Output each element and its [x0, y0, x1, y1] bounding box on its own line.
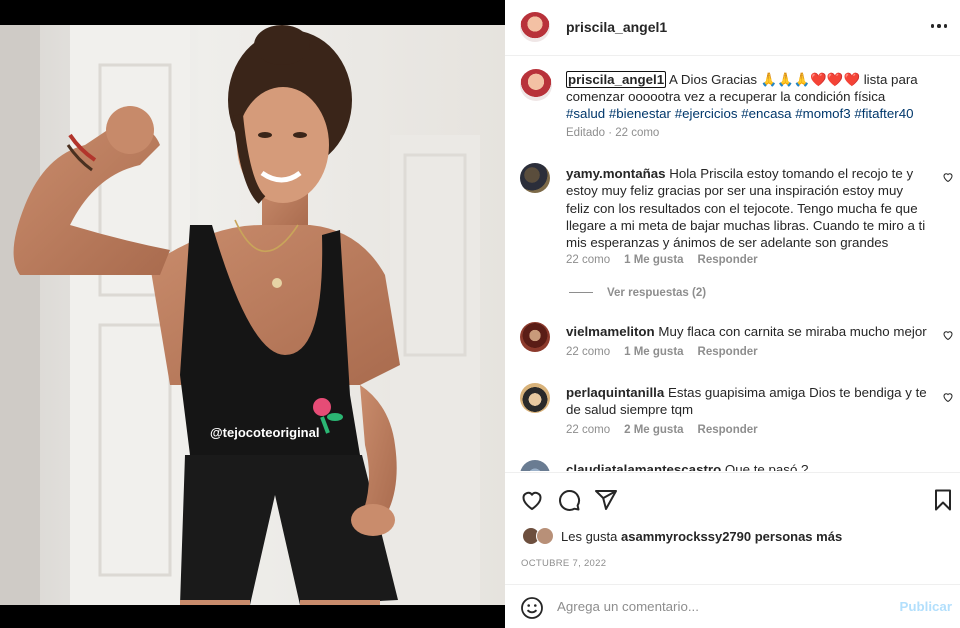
likes-user[interactable]: asammyrockssy [621, 529, 722, 544]
comment-time: 22 como [566, 254, 611, 266]
comment-likes[interactable]: 1 Me gusta [624, 346, 683, 358]
comment-time: 22 como [566, 424, 611, 436]
bookmark-icon[interactable] [931, 488, 955, 512]
comment-text: vielmameliton Muy flaca con carnita se m… [566, 323, 928, 340]
comment-text: claudiatalamantescastro Que te pasó ? [566, 461, 928, 471]
commenter-avatar[interactable] [520, 383, 550, 413]
comment-input[interactable]: Agrega un comentario... [557, 599, 699, 614]
reply-button[interactable]: Responder [698, 254, 758, 266]
post-date[interactable]: OCTUBRE 7, 2022 [521, 558, 606, 569]
view-replies[interactable]: Ver respuestas (2) [569, 287, 706, 299]
post-header: priscila_angel1 [505, 0, 960, 56]
author-username[interactable]: priscila_angel1 [566, 19, 667, 35]
likes-summary: Les gusta asammyrockssy2790 personas más [561, 529, 842, 544]
caption-avatar[interactable] [520, 69, 552, 101]
commenter-username[interactable]: claudiatalamantescastro [566, 462, 721, 471]
comment-meta: 22 como 2 Me gusta Responder [566, 424, 758, 436]
heart-icon[interactable] [942, 171, 954, 183]
heart-icon[interactable] [520, 488, 544, 512]
liker-avatar[interactable] [536, 527, 554, 545]
post-side-panel: priscila_angel1 priscila_angel1 A Dios G… [505, 0, 960, 628]
hashtag-link[interactable]: #fitafter40 [854, 106, 913, 121]
commenter-username[interactable]: perlaquintanilla [566, 385, 664, 400]
heart-icon[interactable] [942, 391, 954, 403]
heart-icon[interactable] [942, 329, 954, 341]
hashtag-link[interactable]: #momof3 [795, 106, 850, 121]
post-actions: Les gusta asammyrockssy2790 personas más… [505, 472, 960, 582]
commenter-avatar[interactable] [520, 460, 550, 471]
comment-body: Muy flaca con carnita se miraba mucho me… [654, 324, 927, 339]
comment-meta: 22 como 1 Me gusta Responder [566, 254, 758, 266]
commenter-username[interactable]: yamy.montañas [566, 166, 666, 181]
commenter-username[interactable]: vielmameliton [566, 324, 655, 339]
paper-plane-icon[interactable] [594, 488, 618, 512]
hashtag-link[interactable]: #salud [566, 106, 605, 121]
comment-likes[interactable]: 1 Me gusta [624, 254, 683, 266]
hashtag-link[interactable]: #bienestar [609, 106, 671, 121]
caption-username[interactable]: priscila_angel1 [566, 71, 667, 88]
smiley-icon[interactable] [520, 596, 544, 620]
caption-meta: Editado · 22 como [566, 127, 660, 139]
caption: priscila_angel1 A Dios Gracias 🙏🙏🙏❤️❤️❤️… [566, 71, 926, 122]
comment-meta: 22 como 1 Me gusta Responder [566, 346, 758, 358]
comment-likes[interactable]: 2 Me gusta [624, 424, 683, 436]
more-horizontal-icon[interactable] [928, 16, 950, 36]
publish-button[interactable]: Publicar [900, 599, 952, 614]
comments-section[interactable]: priscila_angel1 A Dios Gracias 🙏🙏🙏❤️❤️❤️… [505, 57, 960, 471]
comment-icon[interactable] [557, 488, 581, 512]
likes-count[interactable]: 2790 personas más [722, 529, 842, 544]
comment-text: perlaquintanilla Estas guapisima amiga D… [566, 384, 928, 419]
comment-body: Que te pasó ? [721, 462, 809, 471]
fitness-photo-illustration: @tejocoteoriginal [0, 25, 505, 605]
photo-bottom-bar [0, 605, 505, 628]
reply-button[interactable]: Responder [698, 346, 758, 358]
post-photo[interactable]: @tejocoteoriginal [0, 25, 505, 605]
add-comment-bar: Agrega un comentario... Publicar [505, 584, 960, 628]
comment-time: 22 como [566, 346, 611, 358]
reply-button[interactable]: Responder [698, 424, 758, 436]
comment-text: yamy.montañas Hola Priscila estoy tomand… [566, 165, 928, 251]
commenter-avatar[interactable] [520, 322, 550, 352]
commenter-avatar[interactable] [520, 163, 550, 193]
hashtag-link[interactable]: #ejercicios [675, 106, 738, 121]
shirt-text: @tejocoteoriginal [210, 425, 319, 440]
likes-prefix: Les gusta [561, 529, 621, 544]
author-avatar[interactable] [520, 12, 550, 42]
view-replies-label: Ver respuestas (2) [607, 287, 707, 299]
hashtag-link[interactable]: #encasa [741, 106, 791, 121]
instagram-post-modal: @tejocoteoriginal priscila_angel1 prisci… [0, 0, 960, 628]
